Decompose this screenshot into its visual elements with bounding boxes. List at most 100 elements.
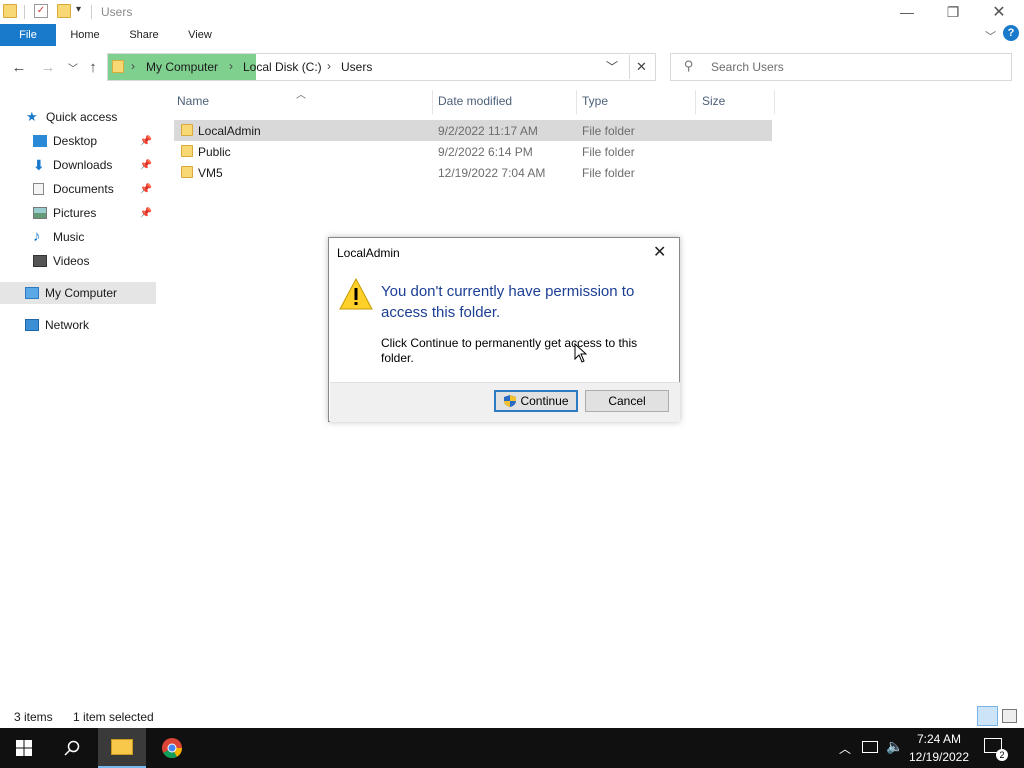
divider (629, 55, 630, 79)
desktop-icon (33, 135, 47, 147)
file-date: 9/2/2022 11:17 AM (438, 124, 538, 138)
file-type: File folder (582, 166, 635, 180)
file-date: 9/2/2022 6:14 PM (438, 145, 533, 159)
file-explorer-icon (111, 739, 133, 755)
breadcrumb-local-disk[interactable]: Local Disk (C:) (243, 60, 322, 74)
table-row[interactable]: Public 9/2/2022 6:14 PM File folder (174, 141, 772, 162)
restore-button[interactable]: ❐ (930, 0, 976, 24)
nav-item-videos[interactable]: Videos (0, 250, 156, 272)
pin-icon: 📌 (139, 135, 152, 147)
nav-item-label: Downloads (53, 158, 113, 172)
documents-icon (33, 183, 44, 195)
nav-item-label: Pictures (53, 206, 97, 220)
nav-item-downloads[interactable]: ⬇ Downloads 📌 (0, 154, 156, 176)
chrome-icon (162, 738, 183, 759)
divider (91, 5, 92, 19)
volume-icon[interactable]: 🔈 (886, 738, 903, 755)
taskbar-search-button[interactable] (48, 728, 96, 768)
column-divider[interactable] (432, 90, 433, 114)
uac-shield-icon (504, 395, 517, 407)
show-hidden-icons-icon[interactable]: ︿ (839, 740, 851, 757)
column-header-date[interactable]: Date modified (438, 94, 512, 108)
nav-item-music[interactable]: ♪ Music (0, 226, 156, 248)
folder-icon (181, 166, 193, 178)
breadcrumb-chevron-icon[interactable]: › (229, 59, 233, 73)
nav-item-label: Network (45, 318, 90, 332)
search-icon (64, 740, 80, 756)
file-type: File folder (582, 145, 635, 159)
column-divider[interactable] (774, 90, 775, 114)
column-divider[interactable] (576, 90, 577, 114)
windows-logo-icon (16, 740, 32, 756)
column-divider[interactable] (695, 90, 696, 114)
tab-view[interactable]: View (178, 24, 222, 46)
computer-icon (25, 287, 39, 299)
notification-badge: 2 (996, 749, 1008, 761)
folder-icon[interactable] (3, 4, 17, 18)
folder-icon (181, 145, 193, 157)
file-name: LocalAdmin (198, 124, 261, 138)
star-icon: ★ (26, 109, 38, 124)
up-button[interactable]: ↑ (82, 56, 104, 78)
breadcrumb-my-computer[interactable]: My Computer (146, 60, 218, 74)
nav-item-label: Quick access (46, 110, 118, 124)
address-dropdown-icon[interactable]: ﹀ (606, 58, 618, 75)
close-button[interactable]: ✕ (976, 0, 1022, 24)
continue-button[interactable]: Continue (494, 390, 578, 412)
pin-icon: 📌 (139, 159, 152, 171)
new-folder-icon[interactable] (57, 4, 71, 18)
recent-locations-button[interactable]: ﹀ (62, 56, 84, 78)
breadcrumb-chevron-icon[interactable]: › (327, 59, 331, 73)
tab-home[interactable]: Home (62, 24, 108, 46)
permission-dialog: LocalAdmin ✕ You don't currently have pe… (328, 237, 680, 422)
nav-item-documents[interactable]: Documents 📌 (0, 178, 156, 200)
back-button[interactable]: ← (8, 56, 30, 78)
properties-icon[interactable]: ✓ (34, 4, 48, 18)
tab-file[interactable]: File (0, 24, 56, 46)
minimize-button[interactable]: — (884, 0, 930, 24)
help-icon[interactable]: ? (1003, 25, 1019, 41)
dialog-heading: You don't currently have permission to a… (381, 283, 635, 321)
nav-item-quick-access[interactable]: ★ Quick access (0, 106, 156, 128)
clock-date[interactable]: 12/19/2022 (906, 750, 972, 764)
pin-icon: 📌 (139, 183, 152, 195)
title-bar (0, 0, 1024, 24)
nav-item-my-computer[interactable]: My Computer (0, 282, 156, 304)
nav-item-pictures[interactable]: Pictures 📌 (0, 202, 156, 224)
download-icon: ⬇ (33, 157, 45, 173)
expand-ribbon-icon[interactable]: ﹀ (985, 28, 996, 44)
status-selection: 1 item selected (73, 710, 154, 724)
dialog-close-icon[interactable]: ✕ (653, 242, 666, 262)
nav-item-label: Videos (53, 254, 90, 268)
network-icon (25, 319, 39, 331)
search-placeholder[interactable]: Search Users (711, 60, 784, 74)
clear-address-icon[interactable]: ✕ (636, 59, 647, 75)
nav-item-desktop[interactable]: Desktop 📌 (0, 130, 156, 152)
taskbar-chrome[interactable] (148, 728, 196, 768)
nav-item-label: Documents (53, 182, 114, 196)
pin-icon: 📌 (139, 207, 152, 219)
column-header-type[interactable]: Type (582, 94, 608, 108)
table-row[interactable]: LocalAdmin 9/2/2022 11:17 AM File folder (174, 120, 772, 141)
nav-item-network[interactable]: Network (0, 314, 156, 336)
clock-time[interactable]: 7:24 AM (906, 732, 972, 746)
network-status-icon[interactable] (862, 741, 878, 753)
nav-item-label: Desktop (53, 134, 98, 148)
table-row[interactable]: VM5 12/19/2022 7:04 AM File folder (174, 162, 772, 183)
details-view-icon[interactable] (977, 706, 998, 726)
customize-qat-icon[interactable]: ▾ (76, 4, 81, 15)
cancel-button[interactable]: Cancel (585, 390, 669, 412)
start-button[interactable] (0, 728, 48, 768)
taskbar-file-explorer[interactable] (98, 728, 146, 768)
tab-share[interactable]: Share (121, 24, 167, 46)
breadcrumb-users[interactable]: Users (341, 60, 372, 74)
column-header-size[interactable]: Size (702, 94, 725, 108)
large-icons-view-icon[interactable] (1002, 709, 1017, 723)
window-title: Users (101, 5, 133, 19)
column-header-name[interactable]: Name (177, 94, 209, 108)
forward-button[interactable]: → (37, 56, 59, 78)
videos-icon (33, 255, 47, 267)
file-date: 12/19/2022 7:04 AM (438, 166, 546, 180)
breadcrumb-chevron-icon[interactable]: › (131, 59, 135, 73)
file-name: VM5 (198, 166, 223, 180)
